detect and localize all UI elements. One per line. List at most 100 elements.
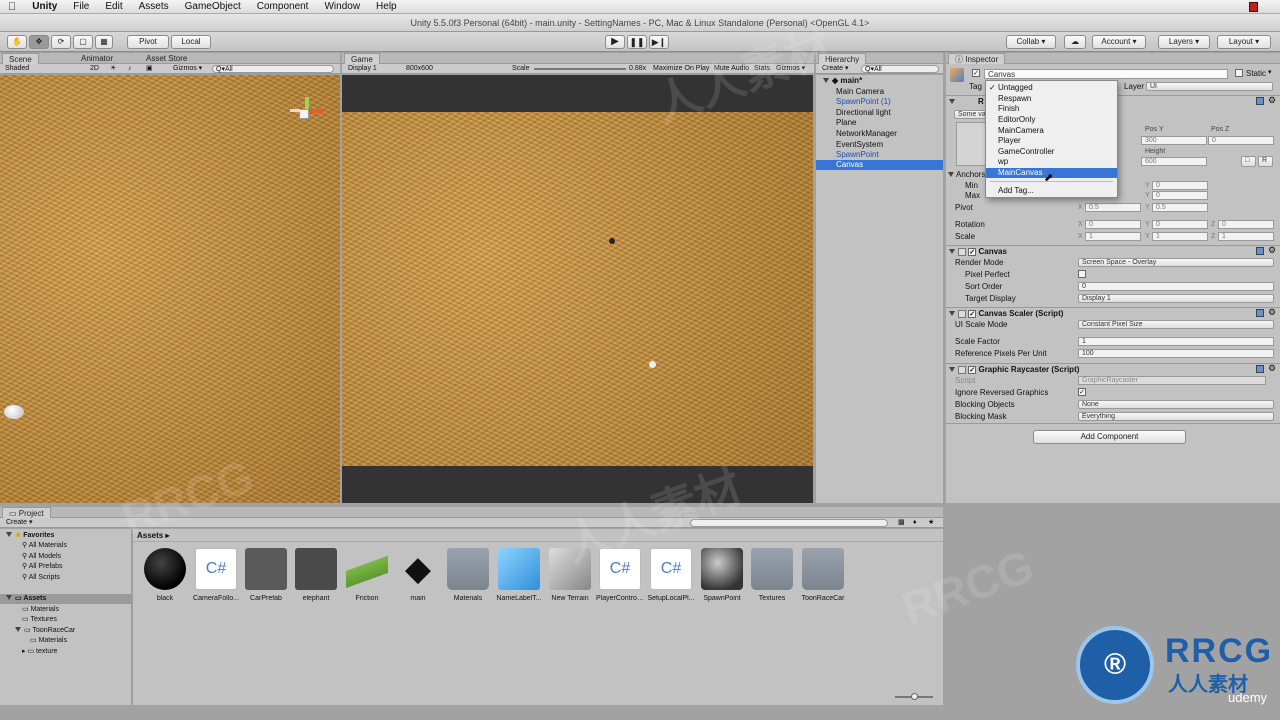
- step-button[interactable]: ▶❙: [649, 35, 669, 49]
- scale-z-field[interactable]: 1: [1218, 232, 1274, 241]
- effects-icon[interactable]: ▣: [146, 64, 153, 73]
- asset-item[interactable]: C# PlayerControl...: [596, 548, 644, 602]
- menu-app-name[interactable]: Unity: [24, 1, 65, 12]
- game-gizmos-dropdown[interactable]: Gizmos ▾: [776, 64, 805, 73]
- posz-field[interactable]: 0: [1208, 136, 1274, 145]
- hierarchy-search-input[interactable]: Q▾All: [861, 65, 939, 73]
- filter-type-icon[interactable]: ▩: [898, 518, 905, 527]
- rotate-tool-icon[interactable]: ⟳: [51, 35, 71, 49]
- ui-scale-mode-dropdown[interactable]: Constant Pixel Size: [1078, 320, 1274, 329]
- assets-root[interactable]: ▭ Assets: [3, 594, 46, 604]
- scale-tool-icon[interactable]: ▢: [73, 35, 93, 49]
- expand-arrow-icon[interactable]: ▸: [22, 648, 26, 655]
- folder-item[interactable]: ▸ ▭ texture: [22, 647, 57, 657]
- component-settings-icon[interactable]: [1256, 247, 1264, 255]
- render-mode-dropdown[interactable]: Screen Space - Overlay: [1078, 258, 1274, 267]
- scene-gizmos-dropdown[interactable]: Gizmos ▾: [173, 64, 202, 73]
- tag-option-wp[interactable]: wp: [986, 157, 1117, 167]
- tag-option-finish[interactable]: Finish: [986, 104, 1117, 114]
- tab-animator[interactable]: Animator: [75, 53, 119, 64]
- tab-inspector[interactable]: ⓘ Inspector: [948, 53, 1006, 64]
- asset-item[interactable]: CarPrefab: [242, 548, 290, 602]
- anchor-max-y-field[interactable]: 0: [1152, 191, 1208, 200]
- asset-item[interactable]: black: [141, 548, 189, 602]
- collab-dropdown[interactable]: Collab ▾: [1006, 35, 1056, 49]
- pivot-x-field[interactable]: 0.5: [1085, 203, 1141, 212]
- stats-toggle[interactable]: Stats: [754, 64, 770, 73]
- folder-item[interactable]: ▭ Textures: [22, 615, 57, 625]
- layout-dropdown[interactable]: Layout ▾: [1217, 35, 1271, 49]
- hierarchy-item[interactable]: SpawnPoint: [836, 150, 879, 160]
- filter-label-icon[interactable]: ♦: [913, 518, 917, 527]
- resolution-dropdown[interactable]: 800x600: [406, 64, 433, 73]
- scene-gizmo-icon[interactable]: [287, 97, 327, 137]
- tag-option-editoronly[interactable]: EditorOnly: [986, 115, 1117, 125]
- hierarchy-item-canvas[interactable]: Canvas: [836, 160, 863, 170]
- hand-tool-icon[interactable]: ✋: [7, 35, 27, 49]
- menu-component[interactable]: Component: [249, 1, 317, 12]
- menu-edit[interactable]: Edit: [97, 1, 130, 12]
- mute-audio-toggle[interactable]: Mute Audio: [714, 64, 749, 73]
- raycaster-header[interactable]: ✓ Graphic Raycaster (Script): [946, 363, 1280, 375]
- hierarchy-item[interactable]: EventSystem: [836, 140, 883, 150]
- tab-scene[interactable]: Scene: [2, 53, 39, 64]
- tag-option-maincamera[interactable]: MainCamera: [986, 126, 1117, 136]
- ref-ppu-field[interactable]: 100: [1078, 349, 1274, 358]
- anchors-label[interactable]: Anchors: [948, 170, 985, 180]
- tab-project[interactable]: ▭ Project: [2, 507, 51, 518]
- blueprint-button[interactable]: □: [1241, 156, 1256, 167]
- static-dropdown-icon[interactable]: ▾: [1268, 68, 1272, 76]
- cloud-icon[interactable]: ☁: [1064, 35, 1086, 49]
- layers-dropdown[interactable]: Layers ▾: [1158, 35, 1210, 49]
- hierarchy-item[interactable]: NetworkManager: [836, 129, 897, 139]
- target-display-dropdown[interactable]: Display 1: [1078, 294, 1274, 303]
- pivot-y-field[interactable]: 0.5: [1152, 203, 1208, 212]
- posy-field[interactable]: 300: [1141, 136, 1207, 145]
- grid-size-slider[interactable]: [895, 693, 933, 700]
- asset-item[interactable]: C# SetupLocalPl...: [647, 548, 695, 602]
- raycaster-enabled-checkbox[interactable]: ✓: [968, 365, 977, 374]
- asset-item[interactable]: New Terrain: [546, 548, 594, 602]
- anchor-min-y-field[interactable]: 0: [1152, 181, 1208, 190]
- asset-item[interactable]: Friction: [343, 548, 391, 602]
- favorite-item[interactable]: ⚲ All Prefabs: [22, 562, 63, 572]
- assets-breadcrumb[interactable]: Assets ▸: [137, 531, 169, 540]
- asset-item[interactable]: elephant: [292, 548, 340, 602]
- tag-option-untagged[interactable]: ✓ Untagged: [986, 83, 1117, 93]
- 2d-toggle[interactable]: 2D: [90, 64, 99, 73]
- gear-icon[interactable]: ⚙: [1268, 363, 1276, 374]
- asset-item[interactable]: ToonRaceCar: [799, 548, 847, 602]
- favorites-header[interactable]: ★ Favorites: [3, 531, 54, 541]
- pixel-perfect-checkbox[interactable]: [1078, 270, 1086, 278]
- scale-y-field[interactable]: 1: [1152, 232, 1208, 241]
- static-checkbox[interactable]: [1235, 69, 1243, 77]
- folder-item[interactable]: ▭ Materials: [22, 605, 59, 615]
- scene-view[interactable]: [0, 75, 340, 503]
- ignore-reversed-checkbox[interactable]: ✓: [1078, 388, 1086, 396]
- gear-icon[interactable]: ⚙: [1268, 307, 1276, 318]
- hierarchy-item[interactable]: Main Camera: [836, 87, 884, 97]
- display-dropdown[interactable]: Display 1: [348, 64, 377, 73]
- component-settings-icon[interactable]: [1256, 97, 1264, 105]
- tab-asset-store[interactable]: Asset Store: [140, 53, 193, 64]
- asset-item[interactable]: Textures: [748, 548, 796, 602]
- folder-item[interactable]: ▭ ToonRaceCar: [12, 626, 75, 636]
- object-name-field[interactable]: Canvas: [984, 69, 1228, 79]
- rotation-z-field[interactable]: 0: [1218, 220, 1274, 229]
- canvas-scaler-header[interactable]: ✓ Canvas Scaler (Script): [946, 307, 1280, 319]
- canvas-scaler-enabled-checkbox[interactable]: ✓: [968, 309, 977, 318]
- light-icon[interactable]: ☀: [110, 64, 116, 73]
- menu-gameobject[interactable]: GameObject: [177, 1, 249, 12]
- game-view[interactable]: [342, 75, 813, 503]
- rect-tool-icon[interactable]: ▦: [95, 35, 113, 49]
- move-tool-icon[interactable]: ✥: [29, 35, 49, 49]
- menu-assets[interactable]: Assets: [131, 1, 177, 12]
- rotation-x-field[interactable]: 0: [1085, 220, 1141, 229]
- project-search-input[interactable]: [690, 519, 888, 527]
- menu-file[interactable]: File: [65, 1, 97, 12]
- tab-hierarchy[interactable]: Hierarchy: [818, 53, 867, 64]
- scene-root[interactable]: ◆ main*: [820, 76, 862, 85]
- tag-option-player[interactable]: Player: [986, 136, 1117, 146]
- audio-icon[interactable]: ♪: [128, 64, 132, 73]
- raw-edit-button[interactable]: R: [1258, 156, 1273, 167]
